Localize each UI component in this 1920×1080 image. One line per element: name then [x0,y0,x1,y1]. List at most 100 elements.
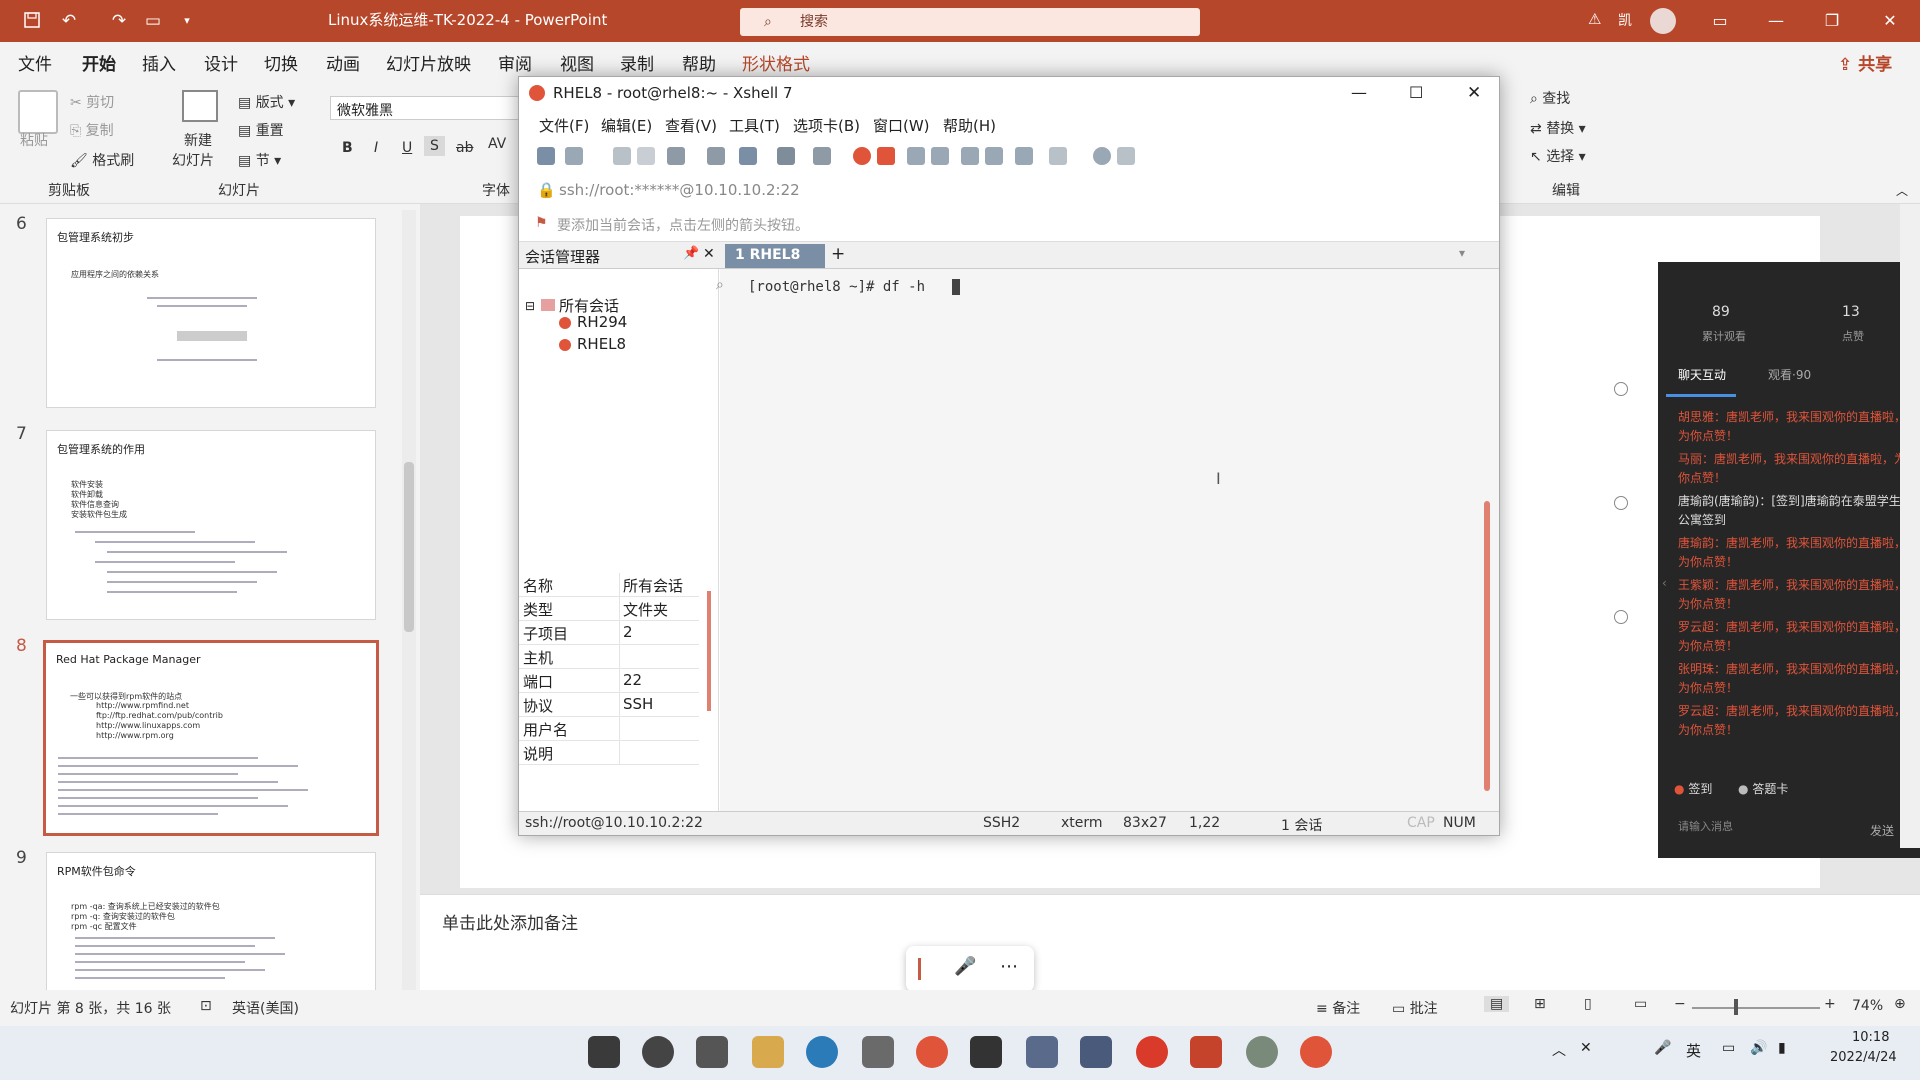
present-icon[interactable]: ▭ [142,10,164,32]
add-tab-button[interactable]: + [831,244,845,264]
slide-sorter-icon[interactable]: ⊞ [1534,996,1546,1012]
tab-insert[interactable]: 插入 [142,50,176,75]
app-icon[interactable] [916,1036,948,1068]
new-slide-icon[interactable] [182,90,218,122]
xshell-menu-view[interactable]: 查看(V) [665,115,717,136]
shadow-button[interactable]: S [424,136,445,156]
xshell-menu-tools[interactable]: 工具(T) [729,115,780,136]
underline-button[interactable]: U [402,140,412,156]
lock-icon[interactable] [931,147,949,165]
notes-toggle[interactable]: ≡ 备注 [1316,998,1360,1018]
compose-icon[interactable] [1015,147,1033,165]
microphone-icon[interactable]: 🎤 [954,956,976,977]
xshell-menu-window[interactable]: 窗口(W) [873,115,930,136]
cut-button[interactable]: ✂ 剪切 [70,92,114,112]
italic-button[interactable]: I [374,140,378,156]
session-item-rh294[interactable]: RH294 [577,313,627,331]
app-icon[interactable] [1080,1036,1112,1068]
search-taskbar-icon[interactable] [642,1036,674,1068]
keyboard-icon[interactable] [961,147,979,165]
undo-icon[interactable]: ↶ [58,10,80,32]
session-item-rhel8[interactable]: RHEL8 [577,335,626,353]
xshell-icon[interactable] [853,147,871,165]
clock-date[interactable]: 2022/4/24 [1830,1050,1897,1065]
battery-icon[interactable]: ▮ [1778,1040,1786,1056]
save-icon[interactable] [22,10,44,32]
volume-icon[interactable]: 🔊 [1750,1040,1767,1056]
reset-button[interactable]: ▤ 重置 [238,120,284,140]
xshell-maximize-button[interactable]: ☐ [1409,77,1423,109]
find-button[interactable]: ⌕ 查找 [1530,88,1570,108]
collapse-ribbon-icon[interactable]: ︿ [1896,182,1908,199]
tab-file[interactable]: 文件 [18,50,52,75]
terminal-search-icon[interactable]: ⌕ [716,277,724,293]
avatar[interactable] [1650,8,1676,34]
edge-icon[interactable] [806,1036,838,1068]
ribbon-display-icon[interactable]: ▭ [1700,8,1740,34]
xshell-menu-edit[interactable]: 编辑(E) [601,115,652,136]
new-session-icon[interactable] [537,147,555,165]
redo-icon[interactable]: ↷ [108,10,130,32]
start-icon[interactable] [588,1036,620,1068]
minimize-button[interactable]: — [1756,8,1796,34]
paste-icon[interactable] [18,90,58,134]
tray-chevron-icon[interactable]: ︿ [1552,1040,1566,1060]
tab-rhel8[interactable]: 1 RHEL8 [725,244,825,268]
disconnect-icon[interactable] [637,147,655,165]
close-button[interactable]: ✕ [1870,8,1910,34]
app-icon[interactable] [970,1036,1002,1068]
zoom-out-icon[interactable]: − [1674,996,1686,1012]
strikethrough-button[interactable]: ab [456,140,473,156]
xshell-close-button[interactable]: ✕ [1467,77,1481,109]
slide-thumbnail-8[interactable]: Red Hat Package Manager 一些可以获得到rpm软件的站点 … [43,640,379,836]
copy-icon[interactable] [667,147,685,165]
xshell-taskbar-icon[interactable] [1300,1036,1332,1068]
checkin-button[interactable]: ● 签到 [1674,780,1712,797]
zoom-level[interactable]: 74% [1852,998,1883,1014]
xshell-menu-tabs[interactable]: 选项卡(B) [793,115,860,136]
selection-handle[interactable] [1614,382,1628,396]
layout-button[interactable]: ▤ 版式 ▾ [238,92,295,112]
xftp-icon[interactable] [877,147,895,165]
open-icon[interactable] [565,147,583,165]
zoom-slider-thumb[interactable] [1734,999,1738,1015]
tray-icon[interactable]: ✕ [1580,1040,1592,1056]
more-icon[interactable]: ⋯ [1000,956,1018,977]
tab-record[interactable]: 录制 [620,50,654,75]
microphone-tray-icon[interactable]: 🎤 [1654,1040,1671,1056]
find-icon[interactable] [707,147,725,165]
zoom-in-icon[interactable]: + [1824,996,1836,1012]
language-status[interactable]: 英语(美国) [232,998,299,1018]
ime-indicator[interactable]: 英 [1686,1040,1701,1061]
collapse-arrow-icon[interactable]: ‹ [1662,576,1667,590]
tab-transitions[interactable]: 切换 [264,50,298,75]
clock-time[interactable]: 10:18 [1852,1030,1889,1045]
help-icon[interactable] [1093,147,1111,165]
tab-design[interactable]: 设计 [204,50,238,75]
close-panel-icon[interactable]: ✕ [703,246,715,262]
font-name-select[interactable]: 微软雅黑 [330,96,522,120]
send-button[interactable]: 发送 [1870,822,1894,839]
panel-resizer[interactable] [707,591,711,711]
select-button[interactable]: ↖ 选择 ▾ [1530,146,1586,166]
properties-icon[interactable] [739,147,757,165]
reading-view-icon[interactable]: ▯ [1584,996,1592,1012]
tab-help[interactable]: 帮助 [682,50,716,75]
app-icon[interactable] [1026,1036,1058,1068]
highlight-icon[interactable] [985,147,1003,165]
notes-pane[interactable]: 单击此处添加备注 [420,894,1920,990]
new-slide-label-2[interactable]: 幻灯片 [172,150,214,170]
pin-icon[interactable]: 📌 [683,246,699,261]
xshell-minimize-button[interactable]: — [1351,77,1367,109]
slide-thumbnail-7[interactable]: 包管理系统的作用 软件安装 软件卸载 软件信息查询 安装软件包生成 [46,430,376,620]
fit-slide-icon[interactable]: ⊕ [1894,996,1906,1012]
connect-icon[interactable] [613,147,631,165]
chat-input-placeholder[interactable]: 请输入消息 [1678,818,1733,834]
globe-icon[interactable] [777,147,795,165]
network-icon[interactable]: ▭ [1722,1040,1735,1056]
powerpoint-icon[interactable] [1190,1036,1222,1068]
tab-chat[interactable]: 聊天互动 [1678,366,1726,383]
bookmark-icon[interactable]: ⚑ [535,215,548,231]
format-painter-button[interactable]: 🖌 格式刷 [70,150,134,170]
char-spacing-button[interactable]: AV [488,136,506,152]
